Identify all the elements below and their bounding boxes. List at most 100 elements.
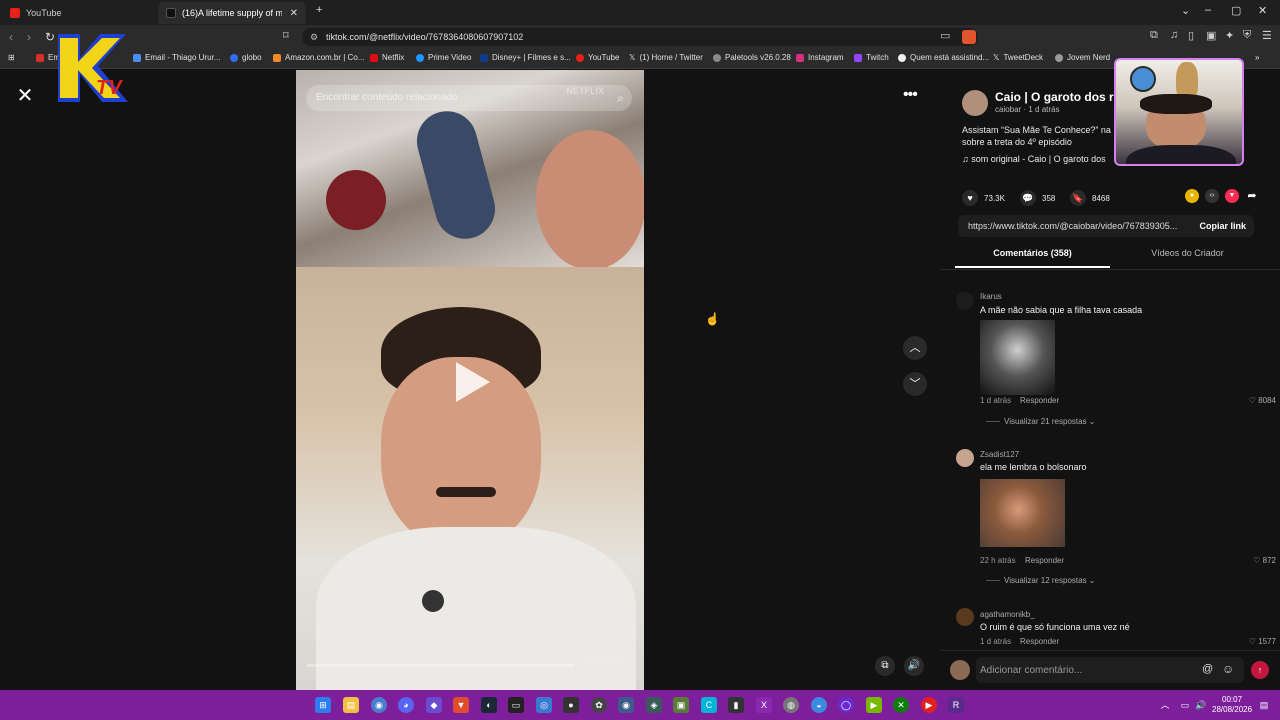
media-icon[interactable]: ♫ [1170, 29, 1178, 41]
url-field[interactable]: ⚙ tiktok.com/@netflix/video/767836408060… [302, 28, 978, 46]
app-icon[interactable]: ◆ [426, 697, 442, 713]
app-icon[interactable]: ◍ [783, 697, 799, 713]
app-icon[interactable]: X [756, 697, 772, 713]
previous-video-button[interactable]: ︿ [903, 336, 927, 360]
tray-chevron-icon[interactable]: ︿ [1157, 697, 1173, 713]
forward-icon[interactable]: › [27, 30, 31, 44]
bookmark-quem-esta[interactable]: Quem está assistind... [898, 53, 989, 62]
sidebar-icon[interactable]: ▯ [1188, 29, 1194, 42]
more-bookmarks-icon[interactable]: » [1255, 53, 1259, 62]
reload-icon[interactable]: ↻ [45, 30, 55, 44]
creator-name[interactable]: Caio | O garoto dos re [995, 90, 1120, 104]
app-icon[interactable]: ◯ [838, 697, 854, 713]
bookmark-jovem-nerd[interactable]: Jovem Nerd [1055, 53, 1110, 62]
commenter-avatar[interactable] [956, 292, 974, 310]
discord-icon[interactable]: ◕ [398, 697, 414, 713]
capture-icon[interactable]: ▭ [508, 697, 524, 713]
commenter-avatar[interactable] [956, 449, 974, 467]
share-icon[interactable]: ➦ [1245, 189, 1259, 203]
brave-shield-icon[interactable] [962, 30, 976, 44]
bookmark-netflix[interactable]: Netflix [370, 53, 404, 62]
bookmark-tweetdeck[interactable]: 𝕏 TweetDeck [993, 53, 1043, 62]
back-icon[interactable]: ‹ [9, 30, 13, 44]
nvidia-icon[interactable]: ▶ [866, 697, 882, 713]
app-icon[interactable]: ◎ [536, 697, 552, 713]
bookmark-instagram[interactable]: Instagram [796, 53, 844, 62]
tab-creator-videos[interactable]: Vídeos do Criador [1110, 248, 1265, 268]
network-icon[interactable]: ▭ [1177, 697, 1193, 713]
obs-icon[interactable]: ● [563, 697, 579, 713]
view-replies-button[interactable]: Visualizar 12 respostas ⌄ [1004, 576, 1096, 585]
video-link-field[interactable]: https://www.tiktok.com/@caiobar/video/76… [958, 215, 1254, 237]
chatgpt-icon[interactable]: ✿ [591, 697, 607, 713]
tab-youtube[interactable]: YouTube [2, 2, 152, 24]
leo-ai-icon[interactable]: ✦ [1225, 29, 1234, 42]
bookmark-email[interactable]: Email - Thiago Urur... [133, 53, 220, 62]
minimize-button[interactable]: – [1205, 4, 1211, 16]
bookmark-icon[interactable]: ⌑ [283, 29, 289, 42]
reply-button[interactable]: Responder [1020, 396, 1059, 405]
app-icon[interactable]: ▣ [673, 697, 689, 713]
app-icon[interactable]: ◈ [646, 697, 662, 713]
xbox-icon[interactable]: ✕ [893, 697, 909, 713]
play-icon[interactable] [456, 362, 490, 402]
music-info[interactable]: ♫ som original - Caio | O garoto dos [962, 154, 1106, 164]
commenter-name[interactable]: agathamonikb_ [980, 610, 1035, 619]
commenter-name[interactable]: Ikarus [980, 292, 1002, 301]
start-icon[interactable]: ⊞ [315, 697, 331, 713]
view-replies-button[interactable]: Visualizar 21 respostas ⌄ [1004, 417, 1096, 426]
cursor-app-icon[interactable]: C [701, 697, 717, 713]
cast-icon[interactable]: ▭ [940, 29, 950, 42]
browser-icon[interactable]: ◉ [371, 697, 387, 713]
menu-icon[interactable]: ☰ [1262, 29, 1272, 42]
volume-button[interactable]: 🔊 [904, 656, 924, 676]
comment-like-button[interactable]: ♡ 8084 [1249, 396, 1276, 405]
site-info-icon[interactable]: ⚙ [310, 28, 318, 46]
tab-tiktok[interactable]: (16)A lifetime supply of mone ✕ [158, 2, 306, 24]
like-button[interactable]: ♥ 73.3K [962, 190, 1005, 206]
comment-like-button[interactable]: ♡ 1577 [1249, 637, 1276, 646]
reply-button[interactable]: Responder [1020, 637, 1059, 646]
creator-avatar[interactable] [962, 90, 988, 116]
vpn-icon[interactable]: ⛨ [1243, 29, 1251, 42]
file-explorer-icon[interactable]: ▤ [343, 697, 359, 713]
bookmark-disney[interactable]: Disney+ | Filmes e s... [480, 53, 571, 62]
mention-icon[interactable]: @ [1202, 663, 1213, 675]
bookmark-amazon[interactable]: Amazon.com.br | Co... [273, 53, 364, 62]
terminal-icon[interactable]: ▮ [728, 697, 744, 713]
tab-search-icon[interactable]: ⌄ [1181, 4, 1190, 17]
tab-close-icon[interactable]: ✕ [290, 8, 298, 19]
pip-button[interactable]: ⧉ [875, 656, 895, 676]
emoji-icon[interactable]: ☺ [1222, 662, 1234, 676]
app-icon[interactable]: ◉ [618, 697, 634, 713]
brave-icon[interactable]: ▼ [453, 697, 469, 713]
close-icon[interactable]: ✕ [13, 85, 37, 109]
more-options-icon[interactable]: ••• [903, 86, 918, 104]
bookmark-twitch[interactable]: Twitch [854, 53, 889, 62]
tab-comments[interactable]: Comentários (358) [955, 248, 1110, 268]
comment-image[interactable] [980, 479, 1065, 547]
app-icon[interactable]: R [948, 697, 964, 713]
steam-icon[interactable]: ◐ [481, 697, 497, 713]
extensions-icon[interactable]: ⧉ [1150, 29, 1158, 42]
save-button[interactable]: 🔖 8468 [1070, 190, 1110, 206]
user-avatar[interactable] [950, 660, 970, 680]
volume-icon[interactable]: 🔊 [1193, 697, 1209, 713]
reply-button[interactable]: Responder [1025, 556, 1064, 565]
comment-button[interactable]: 💬 358 [1020, 190, 1055, 206]
video-search-input[interactable]: Encontrar conteúdo relacionado NETFLIX ⌕ [306, 85, 632, 111]
media-player-icon[interactable]: ▶ [921, 697, 937, 713]
bookmark-youtube[interactable]: YouTube [576, 53, 619, 62]
video-progress-bar[interactable] [306, 664, 574, 667]
bookmark-globo[interactable]: globo [230, 53, 262, 62]
next-video-button[interactable]: ﹀ [903, 372, 927, 396]
bookmark-prime-video[interactable]: Prime Video [416, 53, 471, 62]
close-window-button[interactable]: ✕ [1258, 4, 1267, 17]
new-tab-button[interactable]: + [316, 4, 322, 16]
comment-image[interactable] [980, 320, 1055, 395]
embed-icon[interactable]: ‹› [1205, 189, 1219, 203]
commenter-avatar[interactable] [956, 608, 974, 626]
app-icon[interactable]: ◒ [811, 697, 827, 713]
system-clock[interactable]: 00:07 28/08/2026 [1212, 695, 1252, 715]
video-player[interactable]: Encontrar conteúdo relacionado NETFLIX ⌕… [296, 70, 644, 690]
